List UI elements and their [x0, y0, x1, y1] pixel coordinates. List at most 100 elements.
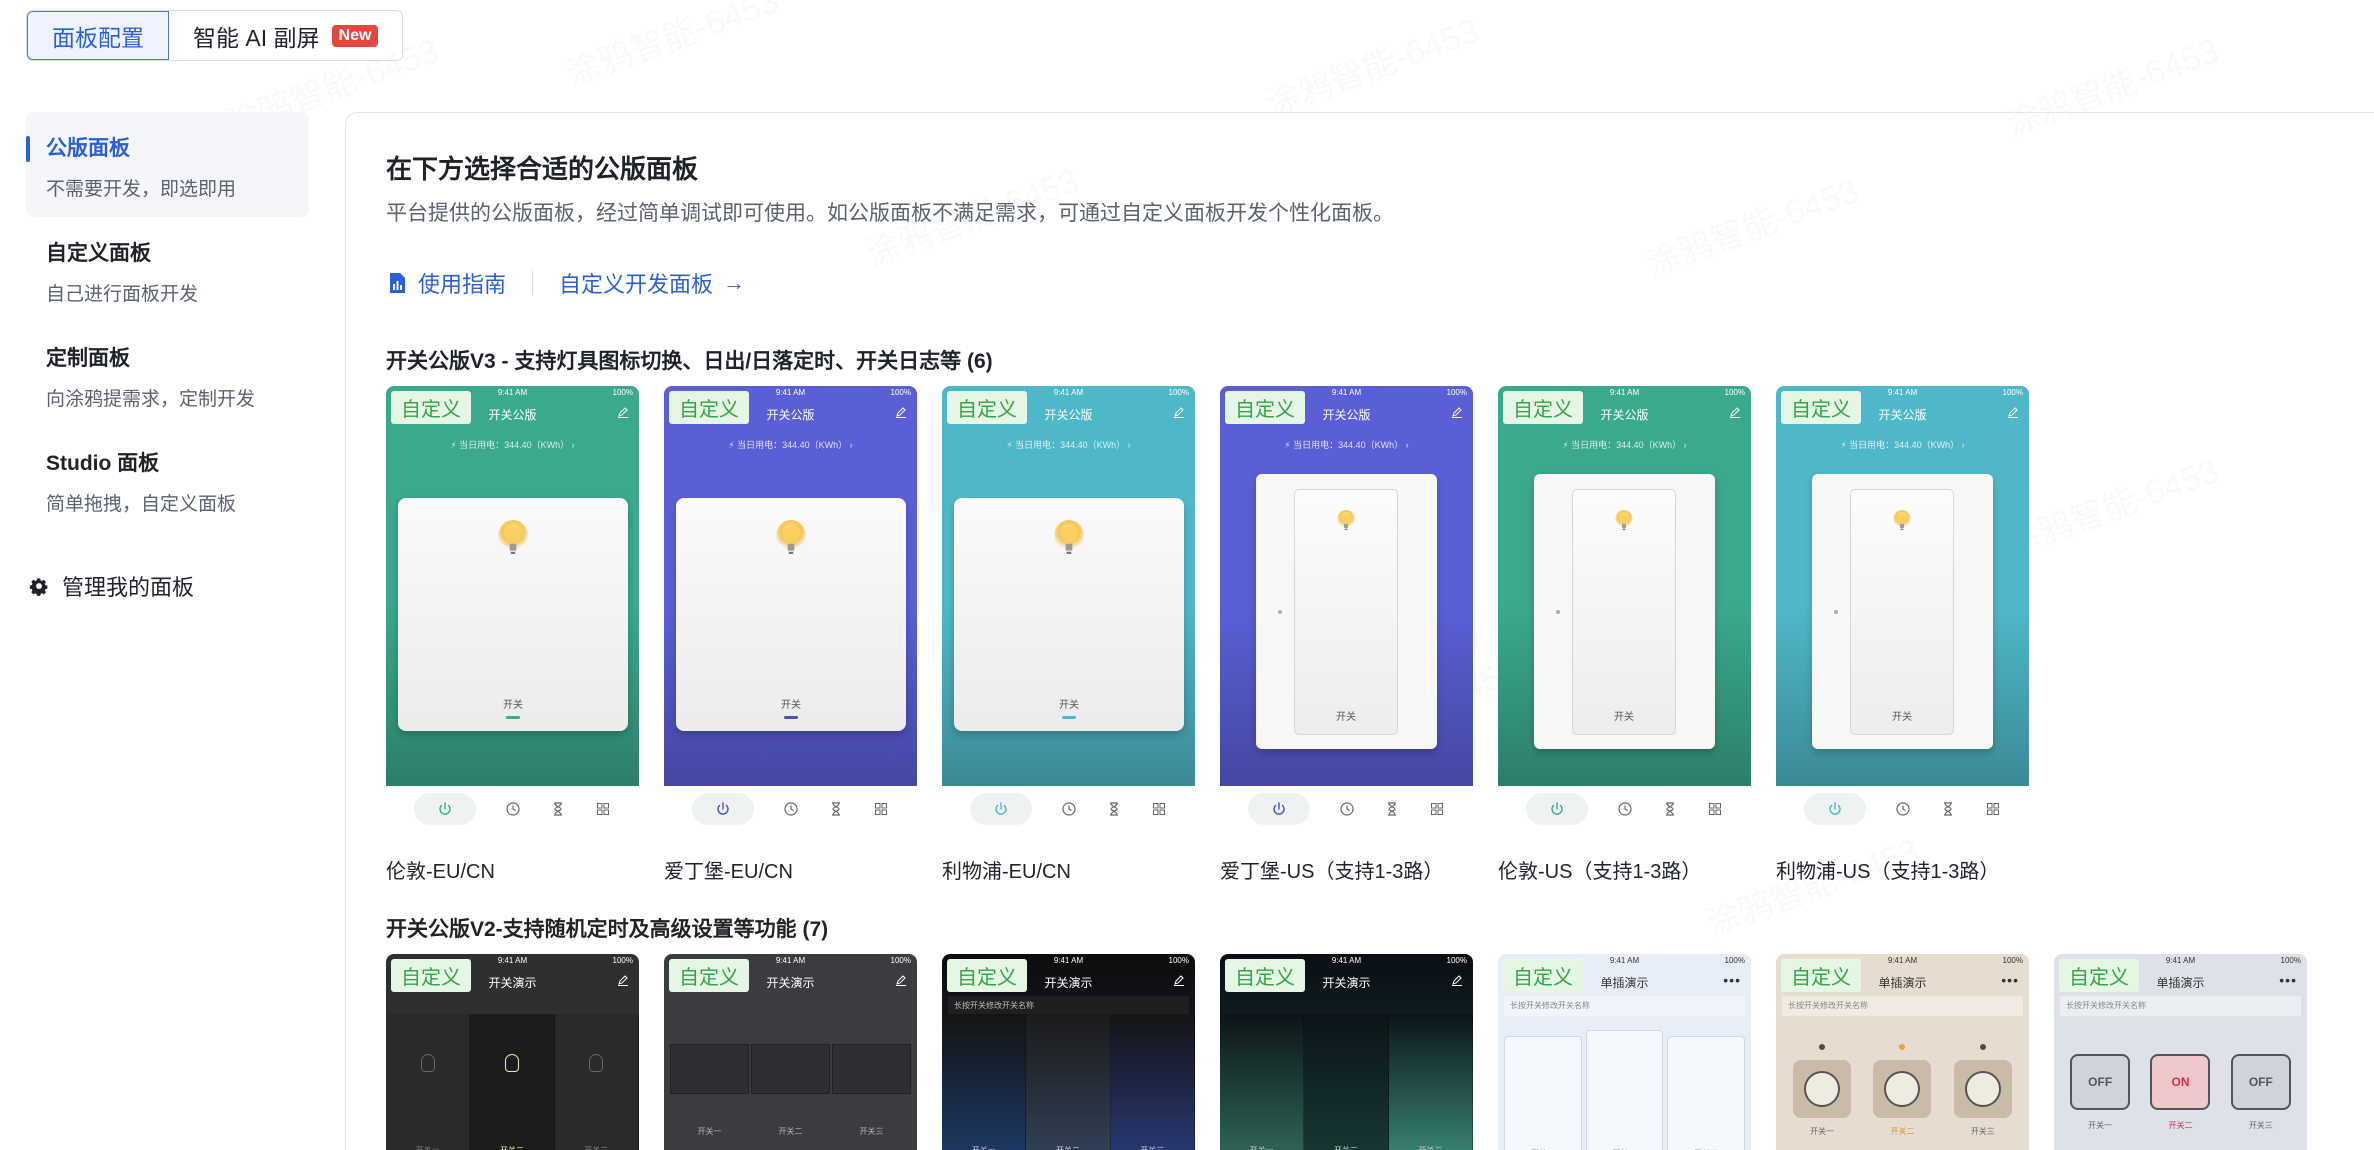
bulb-icon	[1804, 1071, 1841, 1107]
switch-plate-preview: 开关	[1812, 474, 1993, 749]
sidebar-item-title: 自定义面板	[46, 242, 151, 265]
panel-card[interactable]: 自定义9:41 AM100%单插演示•••长按开关修改开关名称开关一开关二开关三	[1776, 954, 2029, 1150]
switch-label: 开关	[1614, 712, 1634, 723]
switch-columns: 开关一开关二开关三	[664, 1044, 917, 1150]
panel-toolbar	[1220, 786, 1473, 831]
switch-name: 开关二	[1304, 1145, 1387, 1150]
panel-card[interactable]: 自定义9:41 AM100%开关演示开关一开关二开关三	[1220, 954, 1473, 1150]
switch-name: 开关一	[697, 1127, 722, 1136]
custom-tag: 自定义	[391, 391, 471, 424]
guide-link-label: 使用指南	[418, 272, 507, 297]
custom-dev-link-label: 自定义开发面板	[559, 272, 714, 297]
sidebar-item-desc: 自己进行面板开发	[46, 284, 199, 305]
switch-column: 开关一	[942, 1014, 1027, 1150]
bulb-icon	[1614, 510, 1634, 539]
sidebar-item-desc: 不需要开发，即选即用	[46, 179, 237, 200]
status-time: 9:41 AM	[497, 388, 528, 397]
switch-indicator	[506, 716, 520, 719]
panel-card[interactable]: 自定义 9:41 AM 100% 开关公版 ⚡ 当日用电：344.40（KWh） › 开关…	[386, 386, 639, 884]
switch-name: 开关三	[2248, 1121, 2273, 1130]
clock-icon	[1895, 801, 1911, 817]
panel-card[interactable]: 自定义9:41 AM100%单插演示•••长按开关修改开关名称开关一开关二开关三	[1498, 954, 1751, 1150]
status-time: 9:41 AM	[1609, 388, 1640, 397]
switch-columns: 开关一开关二开关三	[386, 1014, 639, 1150]
rename-hint: 长按开关修改开关名称	[1504, 996, 1745, 1016]
custom-tag: 自定义	[1503, 391, 1583, 424]
custom-tag: 自定义	[391, 959, 471, 992]
switch-column: 开关一	[670, 1044, 749, 1136]
switch-column: 开关二	[1867, 1044, 1937, 1150]
tab-panel-config[interactable]: 面板配置	[27, 11, 169, 60]
panel-toolbar	[386, 786, 639, 831]
status-time: 9:41 AM	[1331, 956, 1362, 965]
power-icon	[1271, 801, 1287, 817]
clock-icon	[1339, 801, 1355, 817]
switch-name: 开关二	[2168, 1121, 2193, 1130]
switch-preview: 开关	[676, 498, 906, 731]
hourglass-icon	[1106, 801, 1122, 817]
power-usage-line: ⚡ 当日用电：344.40（KWh） ›	[450, 440, 575, 450]
switch-column: 开关一	[1220, 1014, 1305, 1150]
switch-column: 开关三	[1388, 1014, 1473, 1150]
panel-card-name: 利物浦-EU/CN	[942, 861, 1071, 883]
tab-label: 面板配置	[52, 24, 144, 51]
sidebar-item-custom-panel[interactable]: 自定义面板 自己进行面板开发	[26, 217, 309, 322]
panel-thumbnail: 自定义 9:41 AM 100% 开关公版 ⚡ 当日用电：344.40（KWh） › 开关	[664, 386, 917, 786]
manage-my-panels-link[interactable]: 管理我的面板	[28, 570, 194, 602]
power-tab	[414, 792, 477, 825]
switch-name: 开关二	[1026, 1145, 1109, 1150]
panel-card[interactable]: 自定义 9:41 AM 100% 单插演示 ••• 长按开关修改开关名称 OFF 开关一 ON 开…	[2054, 954, 2307, 1150]
panel-card[interactable]: 自定义 9:41 AM 100% 开关公版 ⚡ 当日用电：344.40（KWh） › 开关…	[664, 386, 917, 884]
panel-card[interactable]: 自定义9:41 AM100%开关演示开关一开关二开关三	[386, 954, 639, 1150]
custom-tag: 自定义	[669, 391, 749, 424]
panel-card[interactable]: 自定义9:41 AM100%开关演示长按开关修改开关名称开关一开关二开关三	[942, 954, 1195, 1150]
panel-thumbnail: 自定义9:41 AM100%开关演示开关一开关二开关三	[386, 954, 639, 1150]
custom-dev-link[interactable]: 自定义开发面板 →	[559, 267, 745, 299]
switch-plate-preview: 开关	[1534, 474, 1715, 749]
status-time: 9:41 AM	[775, 956, 806, 965]
panel-card[interactable]: 自定义 9:41 AM 100% 开关公版 ⚡ 当日用电：344.40（KWh） › 开关…	[1498, 386, 1751, 884]
power-tab	[970, 792, 1033, 825]
grid-icon	[1985, 801, 2001, 817]
sidebar-item-title: 公版面板	[46, 137, 130, 160]
switch-name: 开关一	[2088, 1121, 2113, 1130]
panel-card[interactable]: 自定义9:41 AM100%开关演示开关一开关二开关三	[664, 954, 917, 1150]
switch-name: 开关一	[1810, 1127, 1835, 1136]
status-battery: 100%	[1446, 956, 1467, 965]
panel-card[interactable]: 自定义 9:41 AM 100% 开关公版 ⚡ 当日用电：344.40（KWh） › 开关…	[1220, 386, 1473, 884]
guide-link[interactable]: 使用指南	[386, 267, 506, 299]
switch-column: 开关三	[832, 1044, 911, 1136]
power-icon	[715, 801, 731, 817]
sidebar-item-public-panel[interactable]: 公版面板 不需要开发，即选即用	[26, 112, 309, 217]
switch-name: 开关一	[1220, 1145, 1303, 1150]
panel-card-name: 伦敦-EU/CN	[386, 861, 495, 883]
switch-indicator	[784, 716, 798, 719]
status-time: 9:41 AM	[1887, 956, 1918, 965]
status-battery: 100%	[1168, 388, 1189, 397]
tab-ai-screen[interactable]: 智能 AI 副屏 New	[169, 11, 402, 60]
switch-preview: 开关	[954, 498, 1184, 731]
panel-card[interactable]: 自定义 9:41 AM 100% 开关公版 ⚡ 当日用电：344.40（KWh） › 开关…	[942, 386, 1195, 884]
edit-icon	[2008, 407, 2018, 418]
edit-icon	[896, 975, 906, 986]
panel-thumbnail: 自定义 9:41 AM 100% 开关公版 ⚡ 当日用电：344.40（KWh） › 开关	[942, 386, 1195, 786]
rocker-preview: 开关	[1294, 489, 1398, 735]
status-battery: 100%	[2002, 956, 2023, 965]
bulb-icon	[774, 520, 808, 566]
indicator-dot	[1278, 610, 1282, 614]
status-time: 9:41 AM	[497, 956, 528, 965]
power-tab	[1526, 792, 1589, 825]
top-tab-bar: 面板配置 智能 AI 副屏 New	[26, 10, 404, 61]
arrow-right-icon: →	[723, 270, 746, 295]
switch-column: 开关二	[1026, 1014, 1111, 1150]
page-title: 在下方选择合适的公版面板	[386, 154, 699, 184]
switch-label: 开关	[1892, 712, 1912, 723]
sidebar-item-tailored-panel[interactable]: 定制面板 向涂鸦提需求，定制开发	[26, 322, 309, 427]
status-battery: 100%	[1724, 956, 1745, 965]
more-icon: •••	[1723, 972, 1741, 988]
power-usage-line: ⚡ 当日用电：344.40（KWh） ›	[1284, 440, 1409, 450]
panel-card[interactable]: 自定义 9:41 AM 100% 开关公版 ⚡ 当日用电：344.40（KWh） › 开关…	[1776, 386, 2029, 884]
status-time: 9:41 AM	[1331, 388, 1362, 397]
watermark: 涂鸦智能-6453	[1261, 11, 1484, 124]
sidebar-item-studio-panel[interactable]: Studio 面板 简单拖拽，自定义面板	[26, 427, 309, 532]
